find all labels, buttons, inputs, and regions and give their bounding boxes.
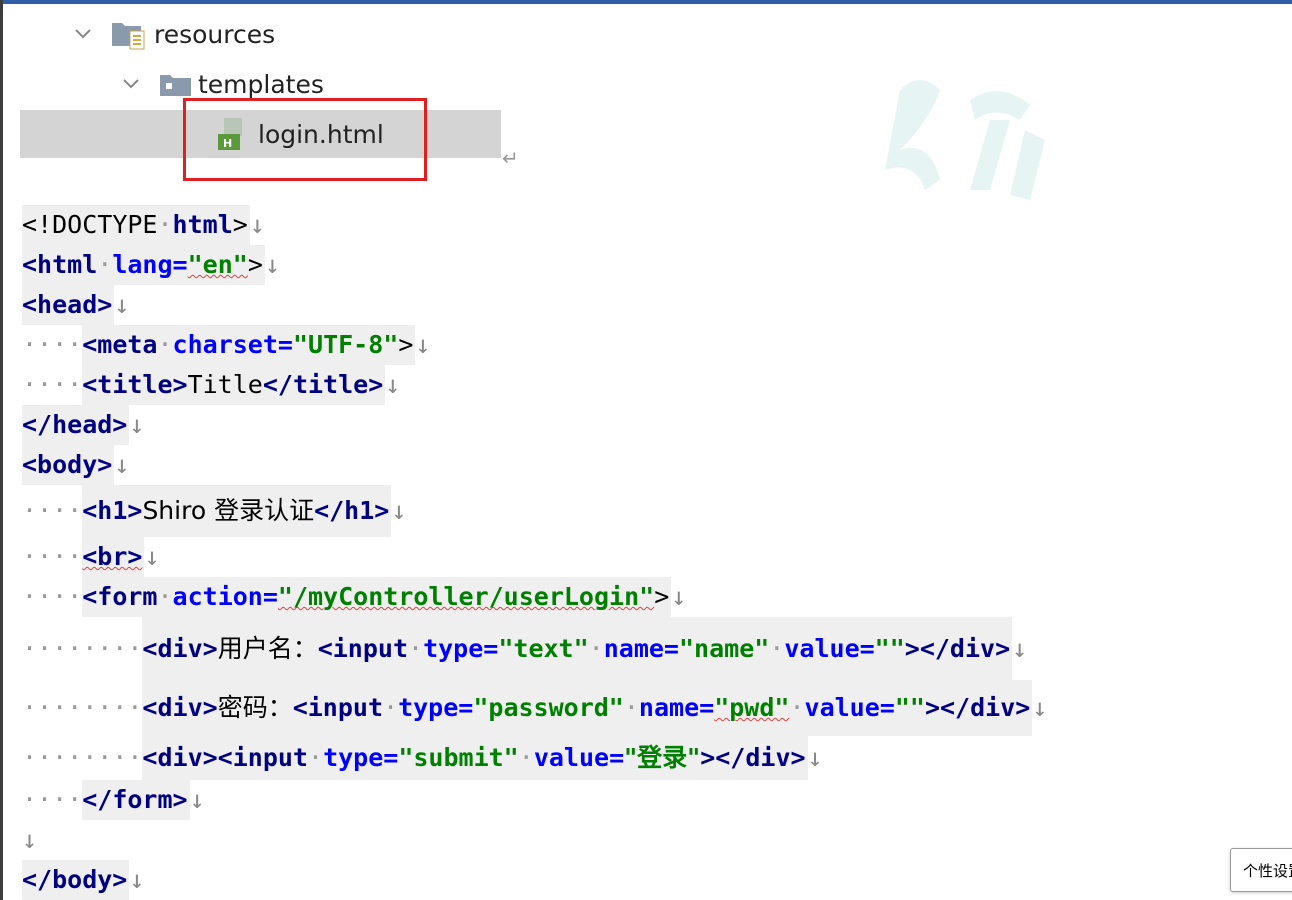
code-token: <input (317, 634, 409, 663)
code-line: ····<h1>Shiro 登录认证</h1>↓ (22, 485, 1047, 537)
code-line: ········<div>用户名：<input·type="text"·name… (22, 617, 1047, 680)
code-token: "submit" (398, 743, 519, 772)
code-token: "登录" (624, 743, 701, 772)
tree-item-resources[interactable]: resources (72, 14, 275, 54)
code-line: ····<title>Title</title>↓ (22, 365, 1047, 405)
code-token: <title> (82, 370, 188, 399)
code-token: </body> (22, 865, 128, 894)
code-token: 用户名： (217, 634, 318, 663)
code-token: !DOCTYPE (37, 210, 158, 239)
code-token: value= (533, 743, 625, 772)
highlight-annotation-box (183, 98, 427, 181)
code-line: ↓ (22, 825, 38, 854)
code-token: <meta (82, 330, 158, 359)
code-line: ····<meta·charset="UTF-8">↓ (22, 325, 1047, 365)
code-token: lang= (112, 250, 188, 279)
code-token: html (172, 210, 233, 239)
code-token: "pwd" (714, 693, 790, 722)
code-line: ········<div>密码：<input·type="password"·n… (22, 680, 1047, 736)
code-token: ></div> (700, 743, 806, 772)
code-token: "" (894, 693, 925, 722)
code-line: ····</form>↓ (22, 780, 1047, 820)
code-token: > (247, 250, 263, 279)
code-line: <body>↓ (22, 445, 1047, 485)
code-token: <div> (142, 693, 218, 722)
code-token: action= (172, 582, 278, 611)
code-token: <head> (22, 290, 113, 319)
personalize-tooltip[interactable]: 个性设置 (1230, 848, 1292, 892)
code-token: value= (804, 693, 895, 722)
code-token: ></div> (924, 693, 1031, 722)
code-token: charset= (172, 330, 293, 359)
code-token: <html (22, 250, 98, 279)
code-token: "UTF-8" (292, 330, 399, 359)
code-token: </head> (22, 410, 128, 439)
code-editor[interactable]: <!DOCTYPE·html>↓ <html·lang="en">↓ <head… (22, 205, 1047, 900)
code-token: 密码： (217, 693, 293, 722)
code-token: </h1> (314, 496, 390, 525)
chevron-down-icon[interactable] (120, 73, 142, 95)
code-line: </body>↓ (22, 860, 1047, 900)
folder-icon (160, 75, 191, 96)
chevron-down-icon[interactable] (72, 23, 94, 45)
code-token: "password" (473, 693, 624, 722)
tree-label-templates: templates (198, 69, 324, 99)
code-token: < (22, 210, 38, 239)
code-token: type= (323, 743, 399, 772)
code-token: <br> (82, 542, 143, 571)
window-left-border (0, 0, 3, 900)
code-token: "name" (678, 634, 770, 663)
code-token: type= (423, 634, 499, 663)
code-line: ····<form·action="/myController/userLogi… (22, 577, 1047, 617)
code-token: Shiro 登录认证 (142, 496, 315, 525)
code-token: ></div> (904, 634, 1011, 663)
code-line: <!DOCTYPE·html>↓ (22, 205, 1047, 245)
code-token: <div> (142, 634, 218, 663)
code-token: > (654, 582, 670, 611)
code-token: </title> (262, 370, 384, 399)
code-token: "text" (498, 634, 589, 663)
code-token: <body> (22, 450, 113, 479)
code-token: <div><input (142, 743, 308, 772)
window-top-border (0, 0, 1292, 4)
code-token: <form (82, 582, 158, 611)
code-line: <head>↓ (22, 285, 1047, 325)
code-token: > (232, 210, 248, 239)
tree-label-resources: resources (154, 19, 276, 49)
code-line: <html·lang="en">↓ (22, 245, 1047, 285)
code-line: ····<br>↓ (22, 537, 1047, 577)
code-line: </head>↓ (22, 405, 1047, 445)
code-token: <h1> (82, 496, 143, 525)
code-token: value= (784, 634, 875, 663)
code-token: "en" (187, 250, 248, 279)
return-mark-icon: ↵ (502, 146, 519, 170)
resources-folder-icon (112, 23, 145, 50)
code-token: name= (638, 693, 715, 722)
code-token: name= (603, 634, 679, 663)
code-token: <input (292, 693, 384, 722)
code-token: "/myController/userLogin" (277, 582, 655, 611)
code-token: </form> (82, 785, 188, 814)
code-line: ········<div><input·type="submit"·value=… (22, 736, 1047, 780)
code-token: "" (874, 634, 905, 663)
code-token: type= (398, 693, 474, 722)
watermark-logo-icon (885, 80, 1045, 200)
code-token: Title (187, 370, 263, 399)
code-token: > (398, 330, 414, 359)
